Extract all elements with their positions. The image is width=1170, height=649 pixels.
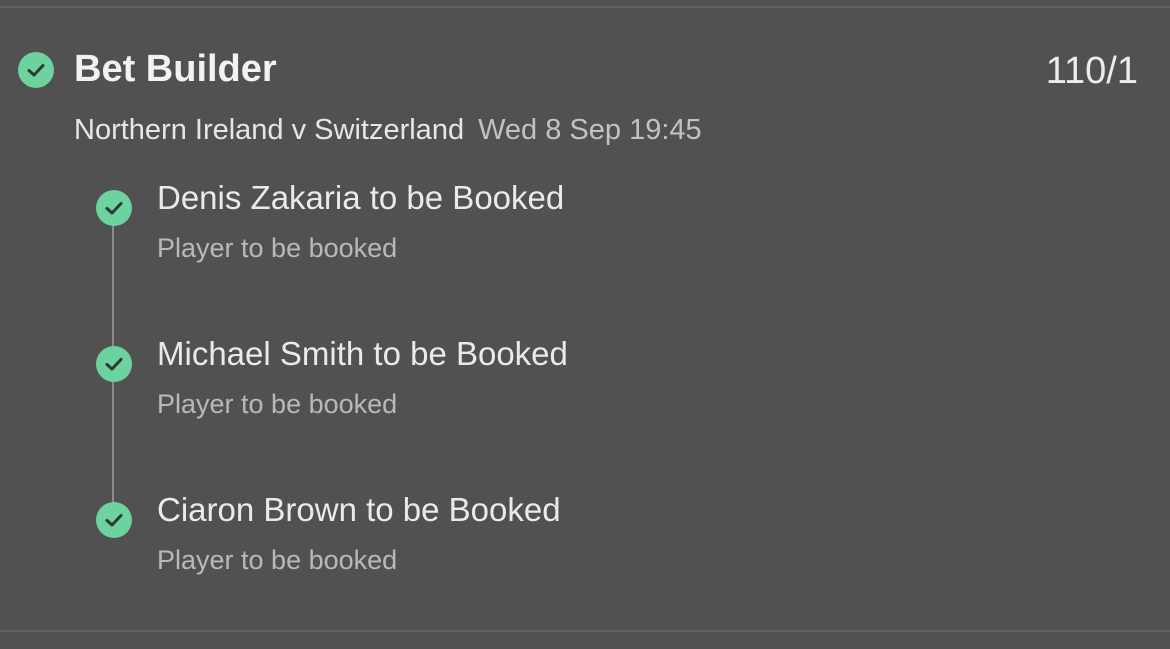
leg-market: Player to be booked — [157, 545, 398, 575]
check-circle-icon — [96, 190, 132, 226]
leg-title: Ciaron Brown to be Booked — [157, 491, 561, 528]
leg-title: Michael Smith to be Booked — [157, 335, 568, 372]
leg-market: Player to be booked — [157, 233, 398, 263]
check-circle-icon — [18, 52, 54, 88]
check-circle-icon — [96, 346, 132, 382]
leg-market: Player to be booked — [157, 389, 398, 419]
bottom-divider — [0, 630, 1170, 632]
event-info: Northern Ireland v Switzerland Wed 8 Sep … — [74, 112, 702, 148]
bet-type-title: Bet Builder — [74, 48, 277, 90]
top-divider — [0, 6, 1170, 8]
bet-builder-card: Bet Builder 110/1 Northern Ireland v Swi… — [0, 0, 1170, 649]
bet-odds: 110/1 — [1045, 50, 1138, 92]
leg-title: Denis Zakaria to be Booked — [157, 179, 565, 216]
match-datetime: Wed 8 Sep 19:45 — [478, 114, 702, 146]
match-name: Northern Ireland v Switzerland — [74, 114, 465, 146]
check-circle-icon — [96, 502, 132, 538]
